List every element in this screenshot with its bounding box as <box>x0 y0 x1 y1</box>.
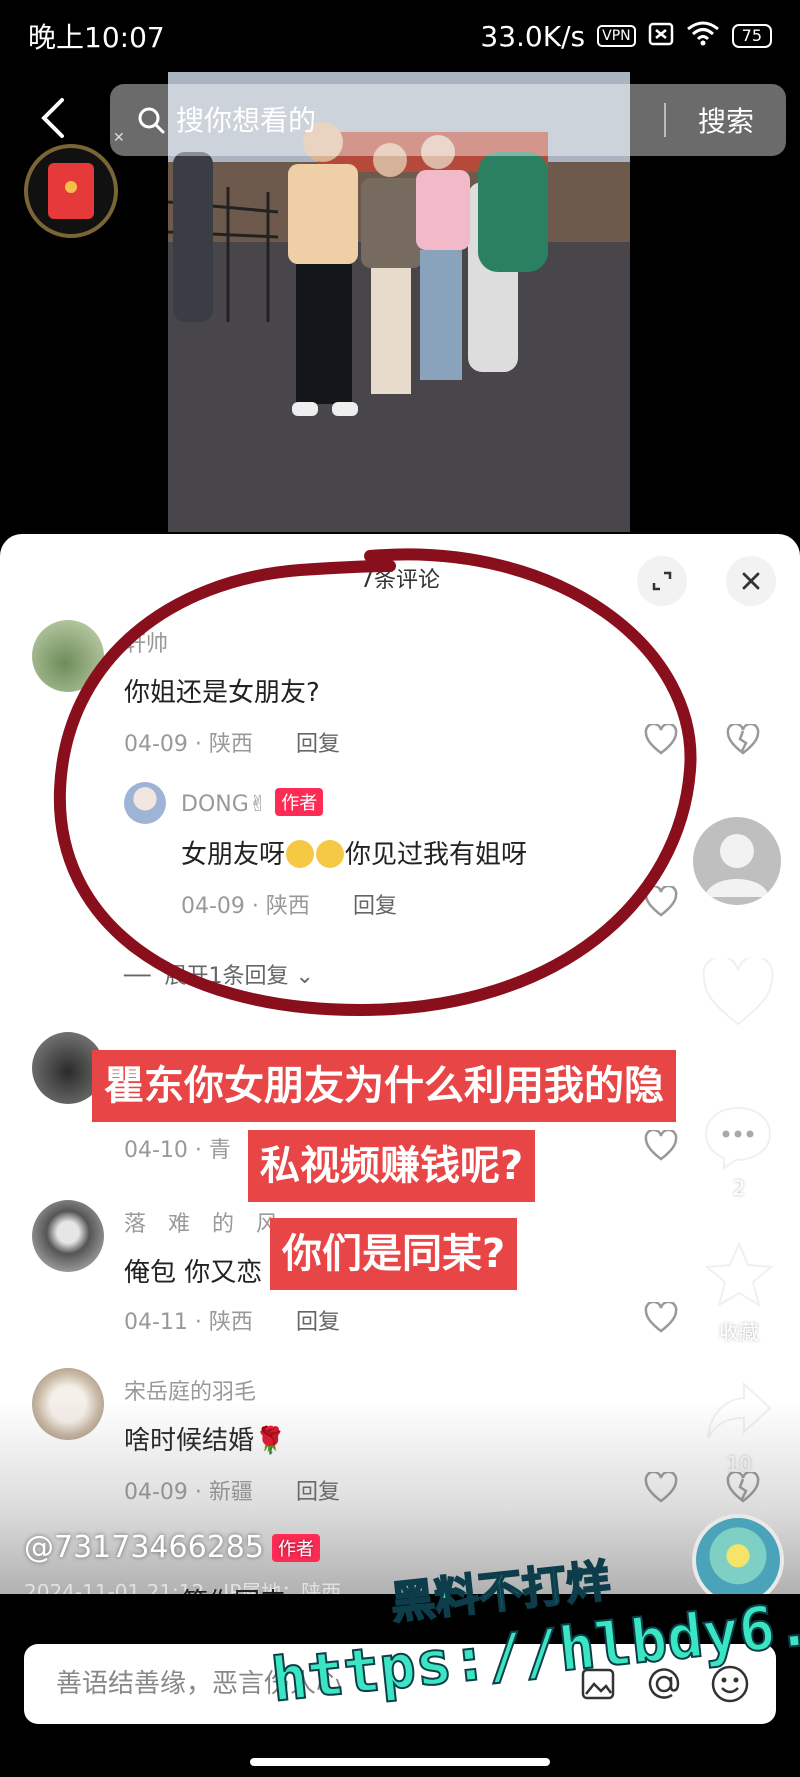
comment-count: 2 <box>732 1176 746 1200</box>
avatar[interactable] <box>32 1200 104 1272</box>
reply-button[interactable]: 回复 <box>296 1480 340 1505</box>
overlay-caption: 瞿东你女朋友为什么利用我的隐 <box>92 1050 676 1122</box>
avatar-placeholder-icon <box>705 834 769 897</box>
search-button[interactable]: 搜索 <box>666 100 786 140</box>
comment-date: 04-11 <box>124 1310 188 1335</box>
status-icons: 33.0K/s VPN 75 <box>480 20 772 53</box>
red-packet-button[interactable] <box>24 144 118 238</box>
battery-icon: 75 <box>731 24 772 48</box>
video-author-handle[interactable]: @73173466285 作者 <box>24 1530 320 1565</box>
close-icon[interactable]: ✕ <box>113 130 125 146</box>
heart-icon[interactable] <box>644 1472 678 1504</box>
comment-location: 陕西 <box>208 1310 253 1335</box>
search-icon <box>138 107 165 134</box>
sim-icon <box>648 20 674 53</box>
comment-meta: 04-11 · 陕西 回复 <box>124 1310 340 1335</box>
back-button[interactable] <box>36 96 72 140</box>
creator-avatar[interactable] <box>693 817 781 905</box>
avatar[interactable] <box>32 1368 104 1440</box>
heart-icon[interactable] <box>644 1302 678 1334</box>
chevron-left-icon <box>41 98 64 138</box>
comment-username[interactable]: 落 难 的 风 <box>124 1206 278 1238</box>
wifi-icon <box>686 20 720 53</box>
comment-text: 啥时候结婚🌹 <box>124 1426 287 1456</box>
heart-icon[interactable] <box>700 958 776 1028</box>
share-count: 10 <box>726 1452 752 1476</box>
red-envelope-icon <box>48 163 94 219</box>
overlay-caption: 私视频赚钱呢? <box>248 1130 536 1202</box>
comment-icon[interactable] <box>702 1104 774 1170</box>
comment-location: 新疆 <box>208 1480 253 1505</box>
author-handle-text: @73173466285 <box>24 1530 264 1565</box>
comment-date: 04-09 <box>124 1480 188 1505</box>
dislike-icon[interactable] <box>726 1472 760 1504</box>
comment-meta: 04-10 · 青 <box>124 1138 231 1163</box>
comment-date: 04-10 <box>124 1138 188 1163</box>
search-bar[interactable]: 搜索 <box>110 84 786 156</box>
reply-button[interactable]: 回复 <box>296 1310 340 1335</box>
home-indicator <box>250 1758 550 1766</box>
comment-text: 俺包 你又恋 <box>124 1258 263 1288</box>
comment-meta: 04-09 · 新疆 回复 <box>124 1480 340 1505</box>
author-badge: 作者 <box>271 1534 320 1562</box>
search-input[interactable] <box>166 103 664 137</box>
favorite-label: 收藏 <box>719 1320 759 1344</box>
status-time: 晚上10:07 <box>28 21 165 54</box>
comment-location: 青 <box>208 1138 231 1163</box>
net-speed: 33.0K/s <box>480 19 586 53</box>
overlay-caption: 你们是同某? <box>270 1218 518 1290</box>
vpn-icon: VPN <box>597 25 636 47</box>
comment-username[interactable]: 宋岳庭的羽毛 <box>124 1374 256 1406</box>
hand-drawn-circle <box>53 548 697 1017</box>
music-disc-icon[interactable] <box>692 1514 784 1606</box>
heart-icon[interactable] <box>644 1130 678 1162</box>
status-bar: 晚上10:07 33.0K/s VPN 75 <box>0 0 800 72</box>
emoji-icon[interactable] <box>710 1664 750 1704</box>
star-icon[interactable] <box>704 1240 774 1310</box>
share-icon[interactable] <box>704 1380 774 1444</box>
